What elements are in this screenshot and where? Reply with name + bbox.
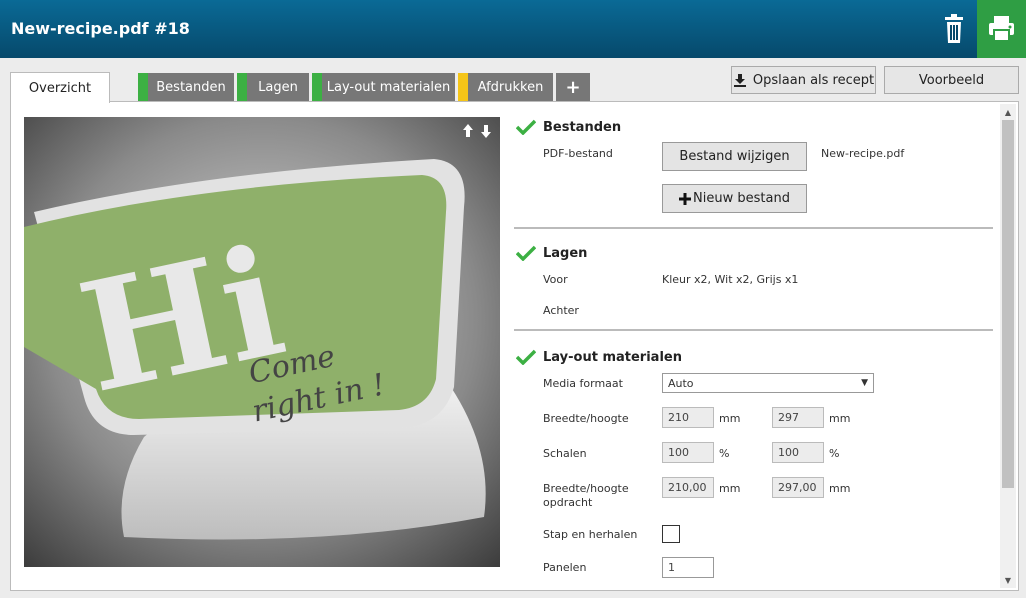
trash-icon bbox=[945, 14, 963, 43]
dropdown-arrow-icon: ▼ bbox=[861, 378, 868, 388]
section-title-bestanden: Bestanden bbox=[543, 120, 622, 135]
check-icon bbox=[516, 349, 536, 365]
unit-label: % bbox=[719, 447, 730, 460]
page-title: New-recipe.pdf #18 bbox=[11, 19, 190, 38]
tab-afdrukken[interactable]: Afdrukken bbox=[458, 73, 553, 101]
front-label: Voor bbox=[543, 273, 568, 286]
tab-layout-materialen[interactable]: Lay-out materialen bbox=[312, 73, 455, 101]
pdf-file-label: PDF-bestand bbox=[543, 147, 613, 160]
button-label: Voorbeeld bbox=[918, 72, 985, 88]
job-width-input[interactable]: 210,00 bbox=[662, 477, 714, 498]
tab-label: Overzicht bbox=[28, 80, 92, 96]
divider bbox=[514, 329, 993, 331]
scroll-up-icon[interactable]: ▲ bbox=[1002, 106, 1014, 118]
tab-label: Lay-out materialen bbox=[326, 79, 451, 95]
tab-overzicht[interactable]: Overzicht bbox=[10, 72, 110, 103]
unit-label: mm bbox=[719, 412, 741, 425]
delete-button[interactable] bbox=[937, 12, 971, 46]
tab-label: Lagen bbox=[258, 79, 298, 95]
check-icon bbox=[516, 119, 536, 135]
height-input[interactable]: 297 bbox=[772, 407, 824, 428]
width-input[interactable]: 210 bbox=[662, 407, 714, 428]
section-title-lagen: Lagen bbox=[543, 246, 588, 261]
back-label: Achter bbox=[543, 304, 579, 317]
tab-lagen[interactable]: Lagen bbox=[237, 73, 309, 101]
media-format-select[interactable]: Auto ▼ bbox=[662, 373, 874, 393]
new-file-button[interactable]: Nieuw bestand bbox=[662, 184, 807, 213]
job-height-input[interactable]: 297,00 bbox=[772, 477, 824, 498]
divider bbox=[514, 227, 993, 229]
button-label: Bestand wijzigen bbox=[679, 149, 790, 164]
preview-image: Hi Come right in ! bbox=[24, 117, 500, 567]
unit-label: mm bbox=[829, 412, 851, 425]
tab-label: Bestanden bbox=[156, 79, 226, 95]
status-bar bbox=[458, 73, 468, 101]
tab-label: Afdrukken bbox=[477, 79, 544, 95]
scroll-down-icon[interactable]: ▼ bbox=[1002, 574, 1014, 586]
print-button[interactable] bbox=[977, 0, 1026, 58]
select-value: Auto bbox=[668, 376, 694, 390]
plus-icon bbox=[679, 192, 692, 205]
reorder-arrows[interactable] bbox=[461, 122, 495, 140]
step-repeat-checkbox[interactable] bbox=[662, 525, 680, 543]
step-repeat-label: Stap en herhalen bbox=[543, 528, 638, 541]
file-name: New-recipe.pdf bbox=[821, 147, 905, 160]
save-as-recipe-button[interactable]: Opslaan als recept bbox=[731, 66, 876, 94]
media-format-label: Media formaat bbox=[543, 377, 623, 390]
panels-label: Panelen bbox=[543, 561, 587, 574]
preview-button[interactable]: Voorbeeld bbox=[884, 66, 1019, 94]
unit-label: mm bbox=[719, 482, 741, 495]
job-width-height-label-2: opdracht bbox=[543, 496, 593, 509]
arrow-up-down-icon bbox=[463, 124, 491, 138]
job-width-height-label: Breedte/hoogte bbox=[543, 482, 629, 495]
printer-icon bbox=[989, 16, 1014, 42]
front-value: Kleur x2, Wit x2, Grijs x1 bbox=[662, 273, 799, 286]
unit-label: % bbox=[829, 447, 840, 460]
scale-x-input[interactable]: 100 bbox=[662, 442, 714, 463]
scrollbar-thumb[interactable] bbox=[1002, 120, 1014, 488]
status-bar bbox=[138, 73, 148, 101]
scale-y-input[interactable]: 100 bbox=[772, 442, 824, 463]
status-bar bbox=[237, 73, 247, 101]
button-label: Nieuw bestand bbox=[693, 191, 790, 206]
download-icon bbox=[733, 74, 746, 87]
section-title-layout: Lay-out materialen bbox=[543, 350, 682, 365]
width-height-label: Breedte/hoogte bbox=[543, 412, 629, 425]
add-tab-button[interactable]: + bbox=[556, 73, 590, 101]
tab-bestanden[interactable]: Bestanden bbox=[138, 73, 234, 101]
panels-input[interactable]: 1 bbox=[662, 557, 714, 578]
button-label: Opslaan als recept bbox=[752, 72, 875, 88]
check-icon bbox=[516, 245, 536, 261]
status-bar bbox=[312, 73, 322, 101]
app-header: New-recipe.pdf #18 bbox=[0, 0, 1026, 58]
scale-label: Schalen bbox=[543, 447, 587, 460]
plus-icon: + bbox=[565, 76, 581, 98]
unit-label: mm bbox=[829, 482, 851, 495]
change-file-button[interactable]: Bestand wijzigen bbox=[662, 142, 807, 171]
